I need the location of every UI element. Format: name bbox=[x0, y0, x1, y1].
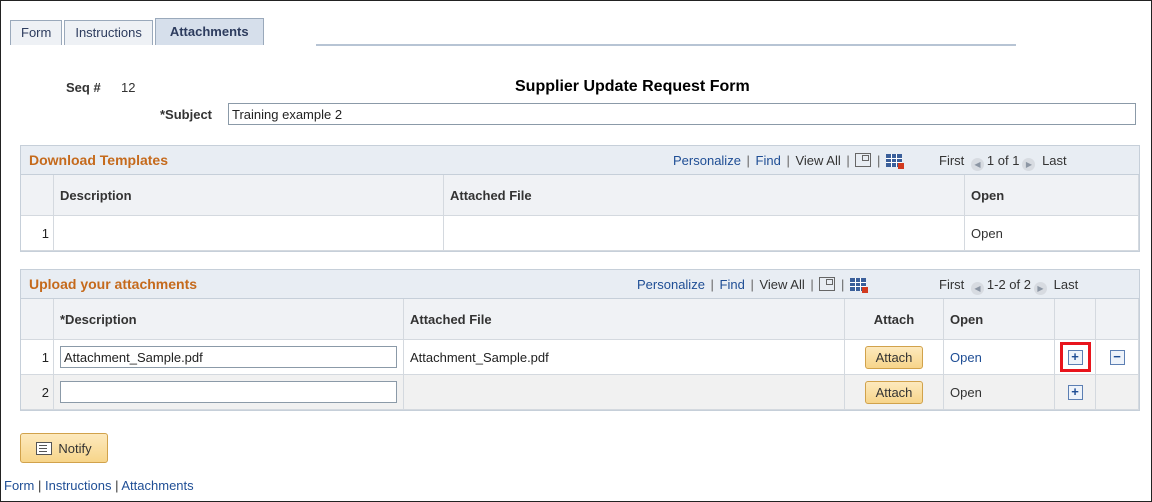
notify-button[interactable]: Notify bbox=[20, 433, 108, 463]
zoom-icon[interactable] bbox=[855, 153, 872, 167]
page-title: Supplier Update Request Form bbox=[515, 78, 750, 95]
seq-value: 12 bbox=[121, 80, 136, 95]
description-cell bbox=[53, 374, 404, 410]
download-templates-title: Download Templates bbox=[29, 152, 168, 168]
column-header-open: Open bbox=[943, 299, 1055, 340]
highlight-box: + bbox=[1059, 342, 1091, 372]
footer-links: Form | Instructions | Attachments bbox=[4, 478, 194, 493]
row-number: 2 bbox=[21, 374, 54, 410]
column-header-description: *Description bbox=[53, 299, 404, 340]
next-arrow-icon[interactable]: ▶ bbox=[1022, 158, 1036, 171]
footer-link-instructions[interactable]: Instructions bbox=[45, 478, 111, 493]
tab-bar: Form Instructions Attachments bbox=[10, 18, 266, 46]
view-all-link[interactable]: View All bbox=[759, 277, 804, 292]
open-text: Open bbox=[971, 225, 1003, 241]
next-arrow-icon[interactable]: ▶ bbox=[1034, 282, 1047, 295]
open-text: Open bbox=[950, 384, 982, 400]
attached-file-cell: Attachment_Sample.pdf bbox=[403, 339, 845, 375]
column-header-open: Open bbox=[964, 175, 1139, 216]
footer-separator: | bbox=[115, 478, 119, 493]
attach-cell: Attach bbox=[844, 339, 944, 375]
first-label: First bbox=[939, 153, 965, 168]
footer-link-attachments[interactable]: Attachments bbox=[121, 478, 193, 493]
description-cell bbox=[53, 215, 444, 251]
download-templates-grid: Download Templates Personalize | Find | … bbox=[20, 145, 1140, 252]
rownum-header bbox=[21, 299, 54, 340]
attach-button[interactable]: Attach bbox=[864, 380, 924, 404]
column-header-attached-file: Attached File bbox=[443, 175, 965, 216]
table-row: 2 Attach Open + bbox=[21, 374, 1139, 410]
add-cell: + bbox=[1054, 339, 1096, 375]
download-templates-pager: First ◀ 1 of 1 ▶ Last bbox=[939, 153, 1067, 171]
column-header-attached-file: Attached File bbox=[403, 299, 845, 340]
add-cell: + bbox=[1054, 374, 1096, 410]
find-link[interactable]: Find bbox=[720, 277, 745, 292]
download-templates-table: Description Attached File Open 1 Open bbox=[21, 175, 1139, 251]
zoom-icon[interactable] bbox=[819, 277, 836, 291]
table-row: 1 Open bbox=[21, 215, 1139, 251]
download-grid-icon[interactable] bbox=[849, 278, 868, 293]
seq-label: Seq # bbox=[66, 80, 101, 95]
upload-attachments-grid: Upload your attachments Personalize | Fi… bbox=[20, 269, 1140, 411]
open-link[interactable]: Open bbox=[950, 350, 982, 365]
tab-attachments[interactable]: Attachments bbox=[154, 18, 264, 45]
tab-instructions[interactable]: Instructions bbox=[64, 20, 153, 45]
description-input[interactable] bbox=[60, 346, 397, 368]
delete-column-header bbox=[1095, 299, 1139, 340]
view-all-link[interactable]: View All bbox=[795, 153, 840, 168]
description-cell bbox=[53, 339, 404, 375]
range-label: 1-2 of 2 bbox=[986, 277, 1031, 292]
download-grid-icon[interactable] bbox=[885, 154, 904, 169]
download-templates-header: Download Templates Personalize | Find | … bbox=[21, 146, 1139, 175]
column-header-attach: Attach bbox=[844, 299, 944, 340]
last-label: Last bbox=[1042, 153, 1067, 168]
last-label: Last bbox=[1053, 277, 1079, 292]
add-row-icon[interactable]: + bbox=[1067, 350, 1083, 365]
upload-attachments-header: Upload your attachments Personalize | Fi… bbox=[21, 270, 1139, 299]
prev-arrow-icon[interactable]: ◀ bbox=[970, 158, 984, 171]
delete-row-icon[interactable]: − bbox=[1109, 350, 1125, 365]
add-row-icon[interactable]: + bbox=[1067, 385, 1083, 400]
prev-arrow-icon[interactable]: ◀ bbox=[970, 282, 984, 295]
attach-button[interactable]: Attach bbox=[864, 345, 924, 369]
table-row: 1 Attachment_Sample.pdf Attach Open + − bbox=[21, 339, 1139, 375]
download-templates-tools: Personalize | Find | View All | | bbox=[673, 153, 904, 169]
subject-input[interactable] bbox=[228, 103, 1136, 125]
empty-cell bbox=[1095, 374, 1139, 410]
tab-divider bbox=[316, 44, 1016, 46]
open-cell: Open bbox=[943, 374, 1055, 410]
header-row: *Description Attached File Attach Open bbox=[21, 299, 1139, 340]
column-header-description: Description bbox=[53, 175, 444, 216]
attached-file-cell bbox=[403, 374, 845, 410]
row-number: 1 bbox=[21, 339, 54, 375]
personalize-link[interactable]: Personalize bbox=[637, 277, 705, 292]
upload-attachments-title: Upload your attachments bbox=[29, 276, 198, 292]
notify-icon bbox=[36, 441, 53, 455]
delete-cell: − bbox=[1095, 339, 1139, 375]
add-column-header bbox=[1054, 299, 1096, 340]
description-input[interactable] bbox=[60, 381, 397, 403]
attach-cell: Attach bbox=[844, 374, 944, 410]
open-cell: Open bbox=[964, 215, 1139, 251]
tab-form[interactable]: Form bbox=[10, 20, 63, 45]
footer-link-form[interactable]: Form bbox=[4, 478, 34, 493]
upload-attachments-pager: First ◀ 1-2 of 2 ▶ Last bbox=[939, 277, 1078, 295]
footer-separator: | bbox=[37, 478, 42, 493]
header-row: Description Attached File Open bbox=[21, 175, 1139, 216]
personalize-link[interactable]: Personalize bbox=[673, 153, 741, 168]
upload-attachments-tools: Personalize | Find | View All | | bbox=[637, 277, 868, 293]
range-label: 1 of 1 bbox=[986, 153, 1020, 168]
rownum-header bbox=[21, 175, 54, 216]
open-cell: Open bbox=[943, 339, 1055, 375]
attached-file-cell bbox=[443, 215, 965, 251]
notify-label: Notify bbox=[58, 440, 92, 456]
row-number: 1 bbox=[21, 215, 54, 251]
upload-attachments-table: *Description Attached File Attach Open 1… bbox=[21, 299, 1139, 410]
find-link[interactable]: Find bbox=[756, 153, 781, 168]
first-label: First bbox=[939, 277, 965, 292]
subject-label: *Subject bbox=[160, 107, 213, 122]
